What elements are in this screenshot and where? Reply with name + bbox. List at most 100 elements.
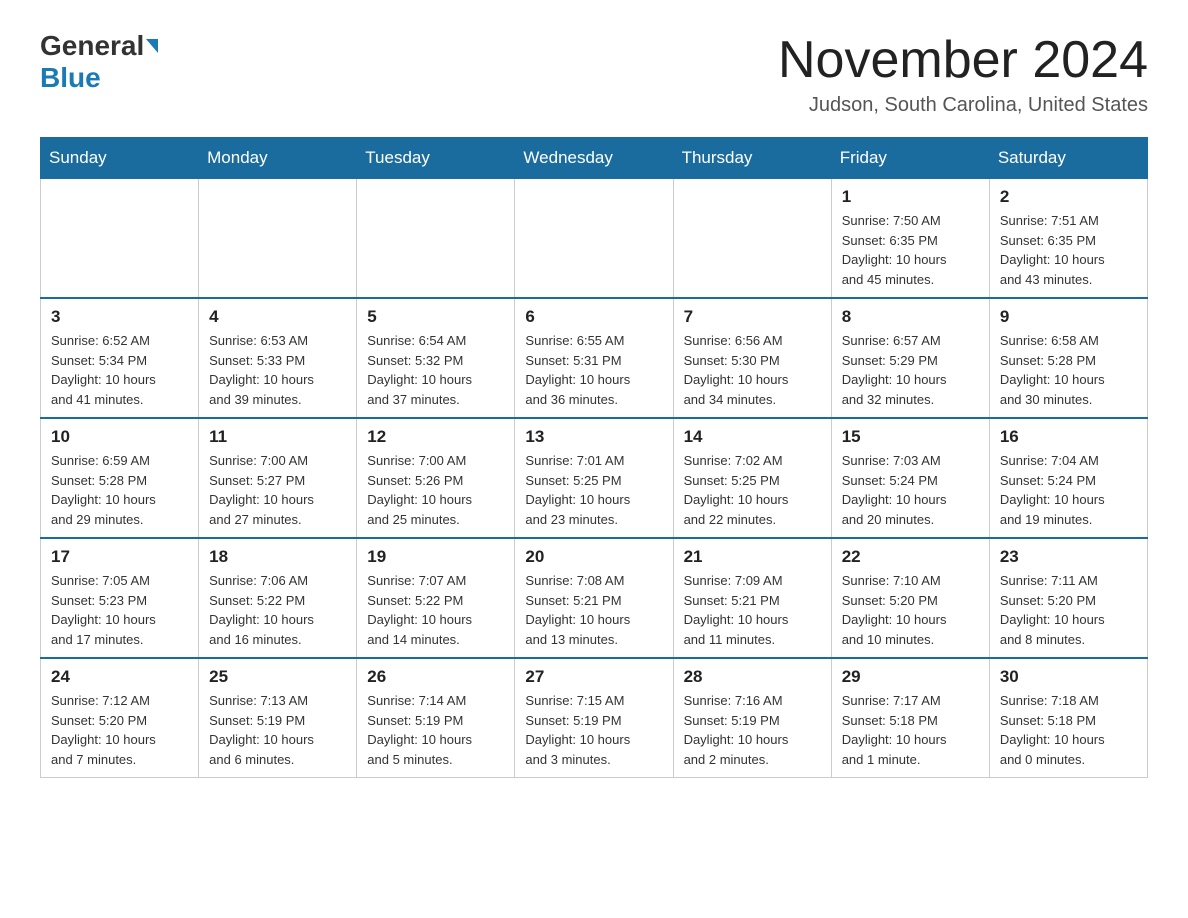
day-number: 26 bbox=[367, 667, 504, 687]
calendar-cell: 24 Sunrise: 7:12 AMSunset: 5:20 PMDayligh… bbox=[41, 658, 199, 778]
day-number: 10 bbox=[51, 427, 188, 447]
day-info: Sunrise: 7:00 AMSunset: 5:26 PMDaylight:… bbox=[367, 451, 504, 529]
day-info: Sunrise: 7:11 AMSunset: 5:20 PMDaylight:… bbox=[1000, 571, 1137, 649]
day-number: 15 bbox=[842, 427, 979, 447]
calendar-cell: 16 Sunrise: 7:04 AMSunset: 5:24 PMDayligh… bbox=[989, 418, 1147, 538]
day-number: 16 bbox=[1000, 427, 1137, 447]
calendar-cell: 17 Sunrise: 7:05 AMSunset: 5:23 PMDayligh… bbox=[41, 538, 199, 658]
day-info: Sunrise: 7:18 AMSunset: 5:18 PMDaylight:… bbox=[1000, 691, 1137, 769]
header-wednesday: Wednesday bbox=[515, 138, 673, 179]
day-number: 30 bbox=[1000, 667, 1137, 687]
day-number: 24 bbox=[51, 667, 188, 687]
header-saturday: Saturday bbox=[989, 138, 1147, 179]
calendar-cell: 13 Sunrise: 7:01 AMSunset: 5:25 PMDayligh… bbox=[515, 418, 673, 538]
calendar-cell: 20Sunrise: 7:08 AMSunset: 5:21 PMDayligh… bbox=[515, 538, 673, 658]
day-number: 14 bbox=[684, 427, 821, 447]
day-number: 1 bbox=[842, 187, 979, 207]
day-number: 8 bbox=[842, 307, 979, 327]
day-info: Sunrise: 7:06 AMSunset: 5:22 PMDaylight:… bbox=[209, 571, 346, 649]
calendar-table: SundayMondayTuesdayWednesdayThursdayFrid… bbox=[40, 137, 1148, 778]
calendar-cell: 2Sunrise: 7:51 AMSunset: 6:35 PMDaylight… bbox=[989, 179, 1147, 299]
calendar-cell bbox=[515, 179, 673, 299]
logo-arrow-icon bbox=[146, 39, 158, 53]
day-info: Sunrise: 7:00 AMSunset: 5:27 PMDaylight:… bbox=[209, 451, 346, 529]
calendar-cell: 8 Sunrise: 6:57 AMSunset: 5:29 PMDaylight… bbox=[831, 298, 989, 418]
calendar-cell: 12Sunrise: 7:00 AMSunset: 5:26 PMDayligh… bbox=[357, 418, 515, 538]
calendar-body: 1 Sunrise: 7:50 AMSunset: 6:35 PMDaylight… bbox=[41, 179, 1148, 778]
day-info: Sunrise: 7:05 AMSunset: 5:23 PMDaylight:… bbox=[51, 571, 188, 649]
day-info: Sunrise: 6:52 AMSunset: 5:34 PMDaylight:… bbox=[51, 331, 188, 409]
day-info: Sunrise: 6:54 AMSunset: 5:32 PMDaylight:… bbox=[367, 331, 504, 409]
calendar-cell: 14 Sunrise: 7:02 AMSunset: 5:25 PMDayligh… bbox=[673, 418, 831, 538]
day-info: Sunrise: 6:53 AMSunset: 5:33 PMDaylight:… bbox=[209, 331, 346, 409]
day-info: Sunrise: 7:15 AMSunset: 5:19 PMDaylight:… bbox=[525, 691, 662, 769]
day-info: Sunrise: 7:10 AMSunset: 5:20 PMDaylight:… bbox=[842, 571, 979, 649]
day-info: Sunrise: 7:12 AMSunset: 5:20 PMDaylight:… bbox=[51, 691, 188, 769]
day-number: 3 bbox=[51, 307, 188, 327]
month-title: November 2024 bbox=[778, 30, 1148, 90]
calendar-cell: 26 Sunrise: 7:14 AMSunset: 5:19 PMDayligh… bbox=[357, 658, 515, 778]
calendar-cell bbox=[357, 179, 515, 299]
day-info: Sunrise: 6:58 AMSunset: 5:28 PMDaylight:… bbox=[1000, 331, 1137, 409]
day-number: 25 bbox=[209, 667, 346, 687]
day-number: 21 bbox=[684, 547, 821, 567]
day-number: 27 bbox=[525, 667, 662, 687]
calendar-cell: 29 Sunrise: 7:17 AMSunset: 5:18 PMDayligh… bbox=[831, 658, 989, 778]
day-info: Sunrise: 7:17 AMSunset: 5:18 PMDaylight:… bbox=[842, 691, 979, 769]
day-number: 7 bbox=[684, 307, 821, 327]
day-info: Sunrise: 7:14 AMSunset: 5:19 PMDaylight:… bbox=[367, 691, 504, 769]
calendar-cell: 9 Sunrise: 6:58 AMSunset: 5:28 PMDaylight… bbox=[989, 298, 1147, 418]
title-section: November 2024 Judson, South Carolina, Un… bbox=[778, 30, 1148, 117]
calendar-cell: 30 Sunrise: 7:18 AMSunset: 5:18 PMDayligh… bbox=[989, 658, 1147, 778]
day-info: Sunrise: 6:56 AMSunset: 5:30 PMDaylight:… bbox=[684, 331, 821, 409]
day-number: 19 bbox=[367, 547, 504, 567]
day-info: Sunrise: 7:50 AMSunset: 6:35 PMDaylight:… bbox=[842, 211, 979, 289]
day-info: Sunrise: 7:04 AMSunset: 5:24 PMDaylight:… bbox=[1000, 451, 1137, 529]
header-thursday: Thursday bbox=[673, 138, 831, 179]
calendar-cell: 5 Sunrise: 6:54 AMSunset: 5:32 PMDaylight… bbox=[357, 298, 515, 418]
calendar-cell bbox=[41, 179, 199, 299]
calendar-cell: 7 Sunrise: 6:56 AMSunset: 5:30 PMDaylight… bbox=[673, 298, 831, 418]
calendar-cell: 4Sunrise: 6:53 AMSunset: 5:33 PMDaylight… bbox=[199, 298, 357, 418]
week-row-3: 10Sunrise: 6:59 AMSunset: 5:28 PMDayligh… bbox=[41, 418, 1148, 538]
day-number: 13 bbox=[525, 427, 662, 447]
day-number: 23 bbox=[1000, 547, 1137, 567]
day-info: Sunrise: 7:09 AMSunset: 5:21 PMDaylight:… bbox=[684, 571, 821, 649]
day-info: Sunrise: 7:51 AMSunset: 6:35 PMDaylight:… bbox=[1000, 211, 1137, 289]
calendar-cell: 23 Sunrise: 7:11 AMSunset: 5:20 PMDayligh… bbox=[989, 538, 1147, 658]
calendar-cell: 3 Sunrise: 6:52 AMSunset: 5:34 PMDaylight… bbox=[41, 298, 199, 418]
day-number: 22 bbox=[842, 547, 979, 567]
day-info: Sunrise: 7:08 AMSunset: 5:21 PMDaylight:… bbox=[525, 571, 662, 649]
day-info: Sunrise: 7:16 AMSunset: 5:19 PMDaylight:… bbox=[684, 691, 821, 769]
day-number: 9 bbox=[1000, 307, 1137, 327]
day-info: Sunrise: 6:55 AMSunset: 5:31 PMDaylight:… bbox=[525, 331, 662, 409]
calendar-header: SundayMondayTuesdayWednesdayThursdayFrid… bbox=[41, 138, 1148, 179]
calendar-cell: 25Sunrise: 7:13 AMSunset: 5:19 PMDayligh… bbox=[199, 658, 357, 778]
week-row-2: 3 Sunrise: 6:52 AMSunset: 5:34 PMDaylight… bbox=[41, 298, 1148, 418]
day-info: Sunrise: 7:01 AMSunset: 5:25 PMDaylight:… bbox=[525, 451, 662, 529]
day-info: Sunrise: 7:07 AMSunset: 5:22 PMDaylight:… bbox=[367, 571, 504, 649]
calendar-cell: 10Sunrise: 6:59 AMSunset: 5:28 PMDayligh… bbox=[41, 418, 199, 538]
header-tuesday: Tuesday bbox=[357, 138, 515, 179]
day-number: 29 bbox=[842, 667, 979, 687]
calendar-cell: 6Sunrise: 6:55 AMSunset: 5:31 PMDaylight… bbox=[515, 298, 673, 418]
calendar-cell bbox=[673, 179, 831, 299]
days-header-row: SundayMondayTuesdayWednesdayThursdayFrid… bbox=[41, 138, 1148, 179]
calendar-cell: 19 Sunrise: 7:07 AMSunset: 5:22 PMDayligh… bbox=[357, 538, 515, 658]
day-number: 5 bbox=[367, 307, 504, 327]
calendar-cell: 1 Sunrise: 7:50 AMSunset: 6:35 PMDaylight… bbox=[831, 179, 989, 299]
day-info: Sunrise: 7:02 AMSunset: 5:25 PMDaylight:… bbox=[684, 451, 821, 529]
calendar-cell: 11Sunrise: 7:00 AMSunset: 5:27 PMDayligh… bbox=[199, 418, 357, 538]
day-number: 18 bbox=[209, 547, 346, 567]
calendar-cell bbox=[199, 179, 357, 299]
day-number: 28 bbox=[684, 667, 821, 687]
week-row-5: 24 Sunrise: 7:12 AMSunset: 5:20 PMDayligh… bbox=[41, 658, 1148, 778]
calendar-cell: 22 Sunrise: 7:10 AMSunset: 5:20 PMDayligh… bbox=[831, 538, 989, 658]
calendar-cell: 21 Sunrise: 7:09 AMSunset: 5:21 PMDayligh… bbox=[673, 538, 831, 658]
header-sunday: Sunday bbox=[41, 138, 199, 179]
day-info: Sunrise: 7:03 AMSunset: 5:24 PMDaylight:… bbox=[842, 451, 979, 529]
day-info: Sunrise: 6:57 AMSunset: 5:29 PMDaylight:… bbox=[842, 331, 979, 409]
logo-general-text: General bbox=[40, 30, 144, 62]
location-text: Judson, South Carolina, United States bbox=[778, 94, 1148, 117]
day-number: 17 bbox=[51, 547, 188, 567]
